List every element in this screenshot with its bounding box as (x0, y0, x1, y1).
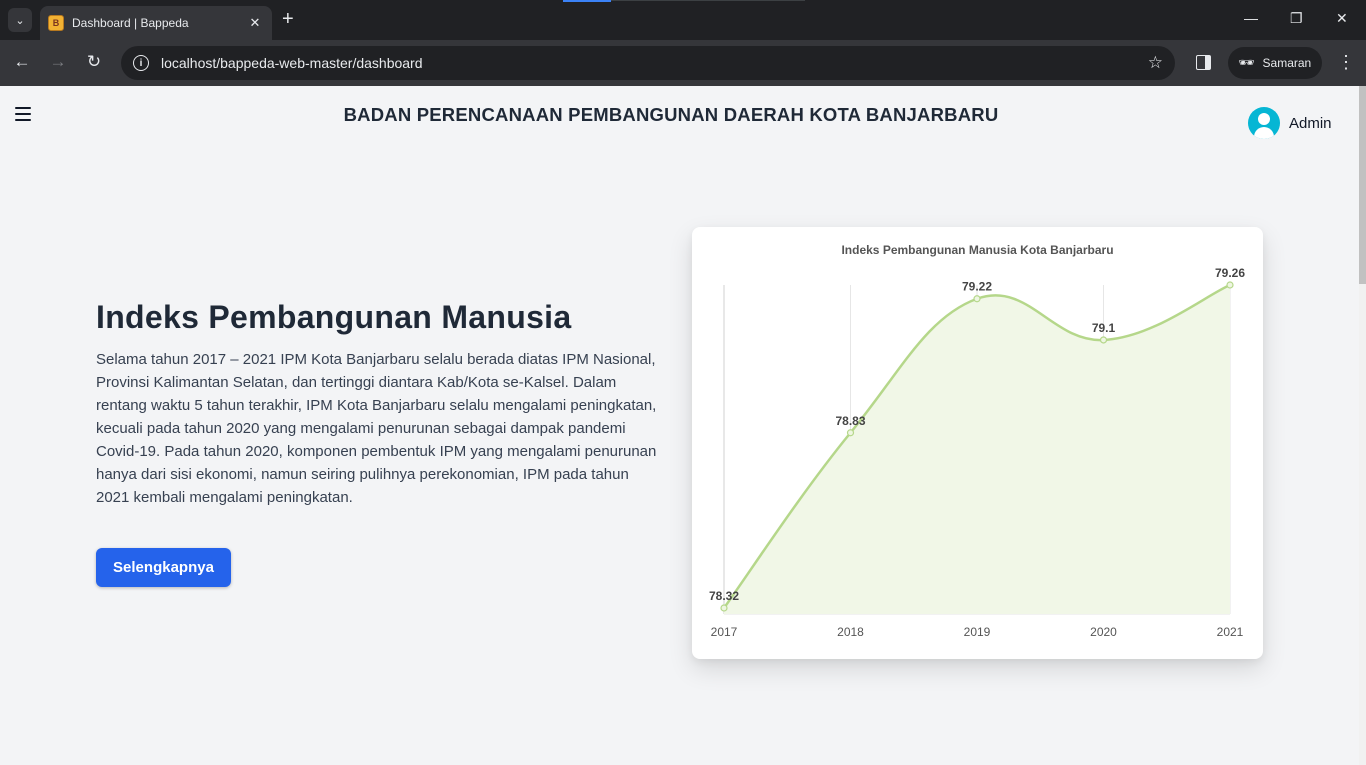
back-icon[interactable]: ← (11, 52, 33, 72)
favicon-icon: B (48, 15, 64, 31)
x-tick-label: 2021 (1217, 625, 1244, 639)
url-text[interactable]: localhost/bappeda-web-master/dashboard (161, 55, 1148, 71)
data-label: 79.26 (1215, 266, 1245, 280)
tab-title: Dashboard | Bappeda (72, 16, 189, 30)
ipm-line-chart: Indeks Pembangunan Manusia Kota Banjarba… (709, 243, 1245, 639)
x-tick-label: 2017 (711, 625, 738, 639)
menu-kebab-icon[interactable]: ⋮ (1337, 52, 1355, 73)
scrollbar-thumb[interactable] (1359, 86, 1366, 284)
bookmark-star-icon[interactable]: ☆ (1148, 53, 1163, 73)
series-area (724, 285, 1230, 614)
data-label: 79.22 (962, 280, 992, 294)
chart-title: Indeks Pembangunan Manusia Kota Banjarba… (841, 243, 1113, 257)
read-more-button[interactable]: Selengkapnya (96, 548, 231, 587)
data-point (846, 429, 855, 437)
top-accent-line (611, 0, 805, 1)
forward-icon[interactable]: → (47, 52, 69, 72)
x-tick-label: 2018 (837, 625, 864, 639)
minimize-icon[interactable]: — (1244, 10, 1258, 26)
tab-search-button[interactable]: ⌄ (8, 8, 32, 32)
close-icon[interactable]: ✕ (246, 15, 264, 31)
chevron-down-icon: ⌄ (15, 14, 25, 27)
user-avatar-icon[interactable] (1248, 107, 1280, 139)
ipm-chart-card: Indeks Pembangunan Manusia Kota Banjarba… (692, 227, 1263, 659)
data-label: 78.83 (835, 414, 865, 428)
data-label: 79.1 (1092, 321, 1116, 335)
data-point (1099, 336, 1108, 344)
profile-label: Samaran (1262, 56, 1312, 70)
x-tick-label: 2019 (964, 625, 991, 639)
site-title: BADAN PERENCANAAN PEMBANGUNAN DAERAH KOT… (343, 104, 999, 125)
data-point (1226, 281, 1234, 289)
user-name[interactable]: Admin (1289, 115, 1332, 132)
page-scrollbar[interactable] (1359, 86, 1366, 765)
hero-section: Indeks Pembangunan Manusia Selama tahun … (96, 299, 662, 509)
browser-toolbar: ← → ↻ i localhost/bappeda-web-master/das… (0, 40, 1366, 86)
site-info-icon[interactable]: i (133, 55, 149, 71)
page-content: BADAN PERENCANAAN PEMBANGUNAN DAERAH KOT… (0, 86, 1359, 765)
hero-title: Indeks Pembangunan Manusia (96, 299, 572, 335)
x-tick-label: 2020 (1090, 625, 1117, 639)
data-label: 78.32 (709, 589, 739, 603)
incognito-icon: 🕶 (1238, 55, 1255, 70)
top-accent (563, 0, 611, 2)
address-bar[interactable]: i localhost/bappeda-web-master/dashboard… (121, 46, 1175, 80)
browser-tabstrip: ⌄ B Dashboard | Bappeda ✕ + — ❐ ✕ (0, 0, 1366, 40)
data-point (973, 295, 981, 303)
reload-icon[interactable]: ↻ (83, 52, 105, 72)
close-window-icon[interactable]: ✕ (1336, 10, 1348, 27)
side-panel-icon[interactable] (1196, 55, 1211, 70)
new-tab-button[interactable]: + (282, 9, 294, 29)
data-point (720, 604, 728, 612)
browser-tab[interactable]: B Dashboard | Bappeda ✕ (40, 6, 272, 40)
hero-description: Selama tahun 2017 – 2021 IPM Kota Banjar… (96, 351, 657, 506)
restore-icon[interactable]: ❐ (1290, 10, 1303, 27)
profile-button[interactable]: 🕶 Samaran (1228, 47, 1322, 79)
